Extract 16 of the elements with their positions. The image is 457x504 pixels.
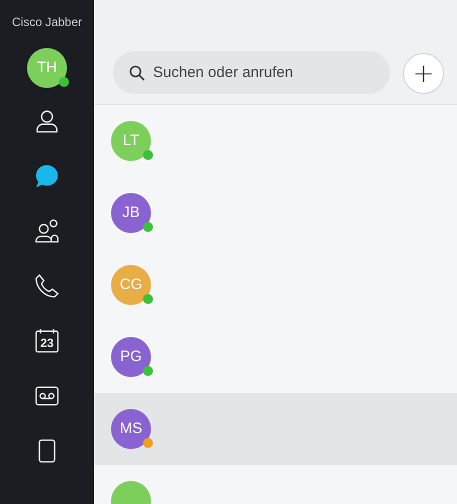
avatar: LT (111, 121, 151, 161)
conversation-row[interactable]: MS (94, 393, 457, 465)
avatar: JB (111, 193, 151, 233)
avatar: MS (111, 409, 151, 449)
contacts-icon[interactable] (34, 108, 60, 134)
avatar: PG (111, 337, 151, 377)
add-button[interactable]: + (403, 53, 444, 94)
search-icon (129, 65, 145, 81)
people-icon[interactable] (34, 218, 60, 244)
chat-bubble-icon[interactable] (34, 163, 60, 189)
calendar-icon[interactable]: 23 (34, 328, 60, 354)
search-field[interactable]: Suchen oder anrufen (113, 51, 390, 94)
avatar: CG (111, 265, 151, 305)
app-title: Cisco Jabber (12, 15, 82, 29)
avatar: TH (27, 48, 67, 88)
phone-icon[interactable] (34, 273, 60, 299)
